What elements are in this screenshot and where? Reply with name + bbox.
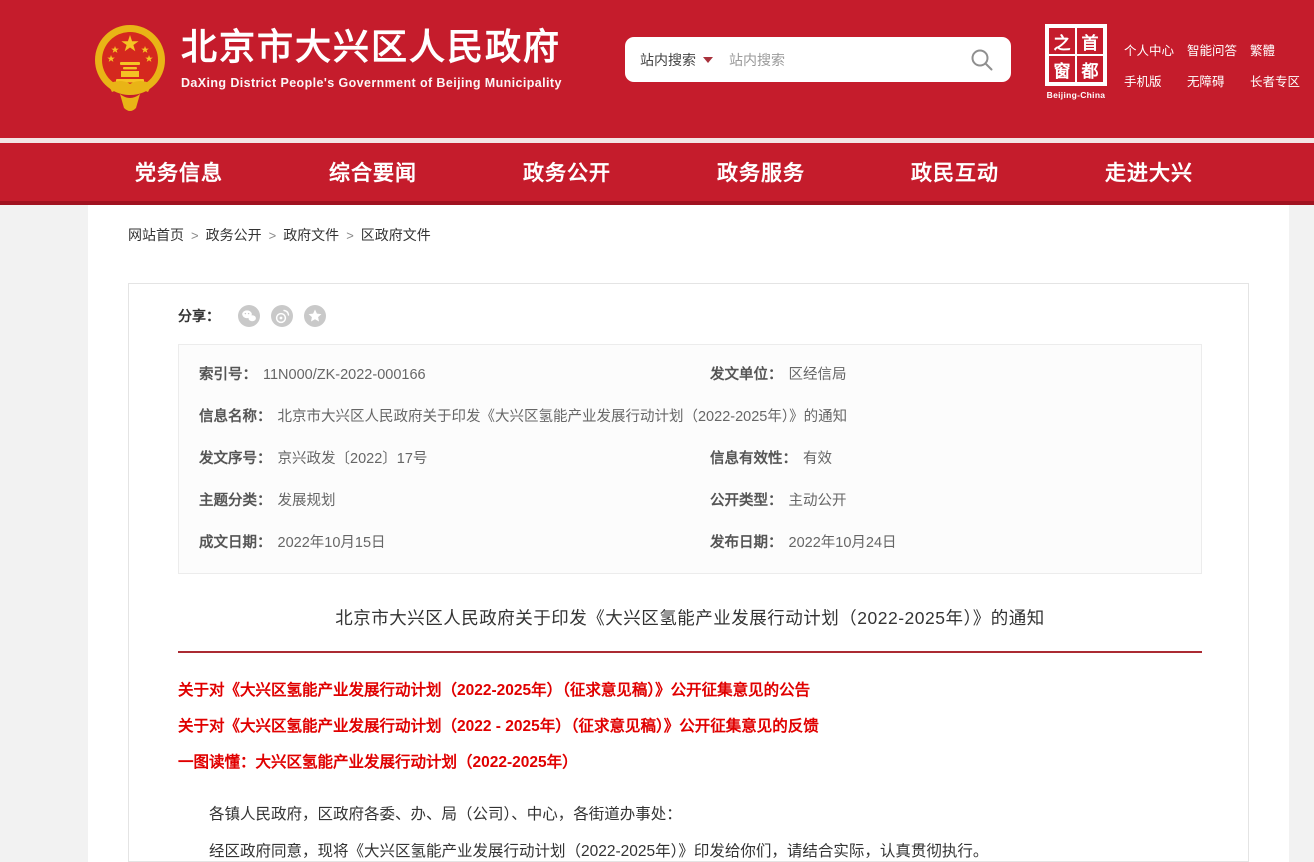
- breadcrumb-separator: >: [191, 228, 199, 243]
- meta-index-number: 索引号：11N000/ZK-2022-000166: [179, 354, 690, 396]
- capital-window-grid: 之 首 窗 都: [1045, 24, 1107, 86]
- breadcrumb: 网站首页 > 政务公开 > 政府文件 > 区政府文件: [88, 205, 1289, 283]
- nav-item-news[interactable]: 综合要闻: [329, 157, 417, 187]
- related-link-announcement[interactable]: 关于对《大兴区氢能产业发展行动计划（2022-2025年）（征求意见稿）》公开征…: [178, 673, 1202, 709]
- nav-item-public-interaction[interactable]: 政民互动: [911, 157, 999, 187]
- capital-window-char: 都: [1076, 55, 1104, 83]
- site-search: 站内搜索: [625, 37, 1011, 82]
- document-meta-table: 索引号：11N000/ZK-2022-000166 发文单位：区经信局 信息名称…: [178, 344, 1202, 574]
- breadcrumb-separator: >: [269, 228, 277, 243]
- breadcrumb-gov-documents[interactable]: 政府文件: [283, 227, 339, 243]
- site-header: 北京市大兴区人民政府 DaXing District People's Gove…: [0, 0, 1314, 138]
- capital-window-caption: Beijing-China: [1043, 90, 1109, 100]
- link-mobile-version[interactable]: 手机版: [1124, 71, 1162, 90]
- breadcrumb-district-documents[interactable]: 区政府文件: [361, 227, 431, 243]
- meta-written-date: 成文日期：2022年10月15日: [179, 522, 690, 564]
- header-quick-links-row1: 个人中心 智能问答 繁體: [1124, 40, 1300, 59]
- capital-window-char: 首: [1076, 27, 1104, 55]
- related-link-feedback[interactable]: 关于对《大兴区氢能产业发展行动计划（2022 - 2025年）（征求意见稿）》公…: [178, 709, 1202, 745]
- link-smart-qa[interactable]: 智能问答: [1187, 40, 1237, 59]
- capital-window-char: 窗: [1048, 55, 1076, 83]
- link-personal-center[interactable]: 个人中心: [1124, 40, 1174, 59]
- search-button[interactable]: [967, 45, 997, 75]
- nav-item-gov-services[interactable]: 政务服务: [717, 157, 805, 187]
- share-label: 分享：: [178, 306, 220, 326]
- meta-row: 主题分类：发展规划 公开类型：主动公开: [179, 480, 1201, 522]
- header-quick-links-row2: 手机版 无障碍 长者专区: [1124, 71, 1300, 90]
- content-wrapper: 网站首页 > 政务公开 > 政府文件 > 区政府文件 分享：: [88, 205, 1289, 862]
- national-emblem-icon: [94, 22, 166, 116]
- title-divider: [178, 651, 1202, 653]
- meta-row: 成文日期：2022年10月15日 发布日期：2022年10月24日: [179, 522, 1201, 564]
- wechat-share-icon[interactable]: [238, 305, 260, 327]
- nav-item-party-affairs[interactable]: 党务信息: [135, 157, 223, 187]
- related-link-infographic[interactable]: 一图读懂：大兴区氢能产业发展行动计划（2022-2025年）: [178, 745, 1202, 781]
- document-body: 各镇人民政府，区政府各委、办、局（公司）、中心，各街道办事处： 经区政府同意，现…: [178, 803, 1202, 862]
- search-icon: [969, 47, 995, 73]
- meta-info-name: 信息名称：北京市大兴区人民政府关于印发《大兴区氢能产业发展行动计划（2022-2…: [179, 396, 1201, 438]
- article-card: 分享：: [128, 283, 1249, 862]
- breadcrumb-gov-disclosure[interactable]: 政务公开: [206, 227, 262, 243]
- meta-publish-date: 发布日期：2022年10月24日: [690, 522, 1201, 564]
- nav-item-about-daxing[interactable]: 走进大兴: [1105, 157, 1193, 187]
- meta-issuing-unit: 发文单位：区经信局: [690, 354, 1201, 396]
- document-paragraph: 经区政府同意，现将《大兴区氢能产业发展行动计划（2022-2025年）》印发给你…: [178, 840, 1202, 862]
- capital-window-char: 之: [1048, 27, 1076, 55]
- related-links: 关于对《大兴区氢能产业发展行动计划（2022-2025年）（征求意见稿）》公开征…: [178, 673, 1202, 781]
- link-senior-zone[interactable]: 长者专区: [1250, 71, 1300, 90]
- link-traditional-chinese[interactable]: 繁體: [1250, 40, 1275, 59]
- search-scope-dropdown[interactable]: 站内搜索: [640, 50, 713, 70]
- share-row: 分享：: [178, 305, 1202, 327]
- meta-topic-category: 主题分类：发展规划: [179, 480, 690, 522]
- search-scope-label: 站内搜索: [640, 50, 696, 70]
- site-title: 北京市大兴区人民政府: [181, 26, 562, 68]
- breadcrumb-home[interactable]: 网站首页: [128, 227, 184, 243]
- meta-row: 索引号：11N000/ZK-2022-000166 发文单位：区经信局: [179, 354, 1201, 396]
- capital-window-logo[interactable]: 之 首 窗 都 Beijing-China: [1043, 24, 1109, 100]
- main-nav: 党务信息 综合要闻 政务公开 政务服务 政民互动 走进大兴: [0, 143, 1314, 205]
- meta-validity: 信息有效性：有效: [690, 438, 1201, 480]
- weibo-share-icon[interactable]: [271, 305, 293, 327]
- qzone-share-icon[interactable]: [304, 305, 326, 327]
- chevron-down-icon: [703, 57, 713, 63]
- meta-document-number: 发文序号：京兴政发〔2022〕17号: [179, 438, 690, 480]
- meta-disclosure-type: 公开类型：主动公开: [690, 480, 1201, 522]
- site-title-block: 北京市大兴区人民政府 DaXing District People's Gove…: [181, 26, 562, 90]
- nav-item-gov-disclosure[interactable]: 政务公开: [523, 157, 611, 187]
- document-paragraph: 各镇人民政府，区政府各委、办、局（公司）、中心，各街道办事处：: [178, 803, 1202, 827]
- breadcrumb-separator: >: [346, 228, 354, 243]
- meta-row: 信息名称：北京市大兴区人民政府关于印发《大兴区氢能产业发展行动计划（2022-2…: [179, 396, 1201, 438]
- search-input[interactable]: [729, 52, 967, 68]
- meta-row: 发文序号：京兴政发〔2022〕17号 信息有效性：有效: [179, 438, 1201, 480]
- document-title: 北京市大兴区人民政府关于印发《大兴区氢能产业发展行动计划（2022-2025年）…: [178, 605, 1202, 630]
- site-subtitle: DaXing District People's Government of B…: [181, 76, 562, 90]
- link-accessibility[interactable]: 无障碍: [1187, 71, 1225, 90]
